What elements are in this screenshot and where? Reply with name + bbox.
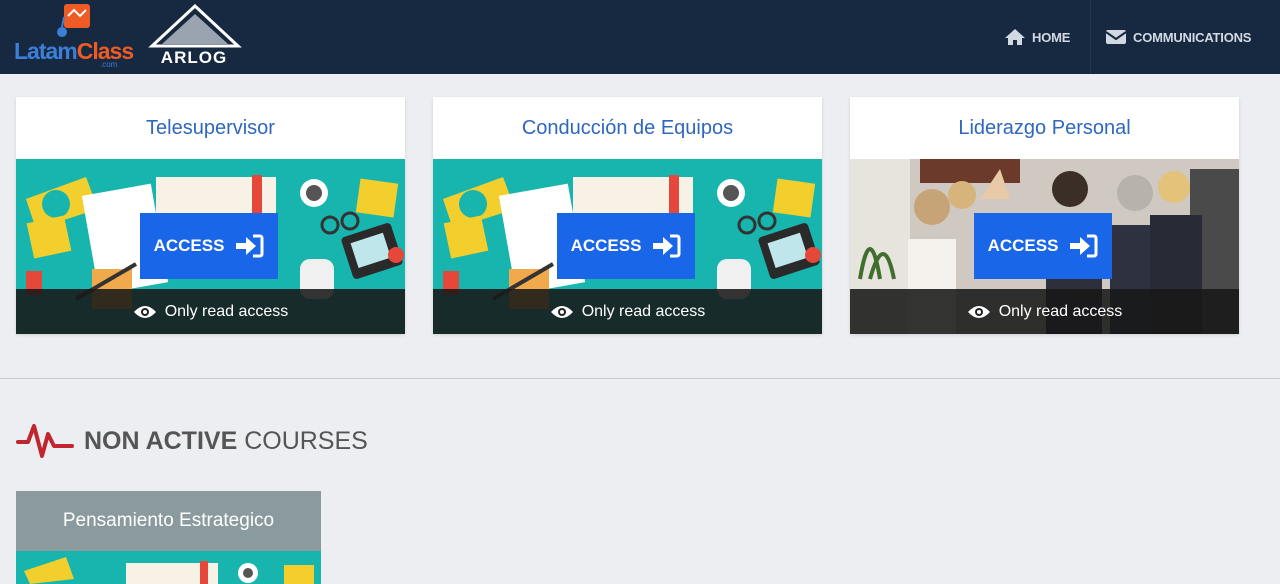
- course-card: Conducción de Equipos ACCESS Only read a…: [433, 97, 822, 334]
- envelope-icon: [1105, 30, 1127, 44]
- course-image: ACCESS Only read access: [850, 159, 1239, 334]
- top-navbar: LatamClass .com ARLOG HOME COMMUNICATION…: [0, 0, 1280, 74]
- arlog-wordmark: ARLOG: [160, 48, 228, 67]
- course-card: Liderazgo Personal ACCESS Only read acce…: [850, 97, 1239, 334]
- nav-communications-label: COMMUNICATIONS: [1133, 29, 1252, 45]
- course-image: ACCESS Only read access: [16, 159, 405, 334]
- read-only-status: Only read access: [850, 289, 1239, 334]
- non-active-course-card[interactable]: Pensamiento Estrategico: [16, 491, 321, 584]
- access-button[interactable]: ACCESS: [140, 213, 278, 279]
- access-button-label: ACCESS: [570, 236, 642, 255]
- nav-communications-link[interactable]: COMMUNICATIONS: [1090, 0, 1280, 74]
- eye-icon: [550, 305, 573, 318]
- course-card: Telesupervisor ACCESS Only read access: [16, 97, 405, 334]
- course-image: ACCESS Only read access: [433, 159, 822, 334]
- eye-icon: [133, 305, 156, 318]
- course-title[interactable]: Liderazgo Personal: [850, 97, 1239, 159]
- latamclass-logo-icon: [57, 4, 90, 37]
- sign-in-icon: [653, 234, 681, 258]
- read-only-label: Only read access: [164, 302, 289, 320]
- arlog-logo[interactable]: ARLOG: [148, 4, 242, 68]
- read-only-status: Only read access: [16, 289, 405, 334]
- course-title: Pensamiento Estrategico: [62, 510, 275, 531]
- access-button[interactable]: ACCESS: [974, 213, 1112, 279]
- read-only-label: Only read access: [581, 302, 706, 320]
- arlog-triangle-icon: [148, 4, 242, 48]
- read-only-status: Only read access: [433, 289, 822, 334]
- latamclass-domain: .com: [100, 60, 118, 69]
- access-button-label: ACCESS: [987, 236, 1059, 255]
- access-button[interactable]: ACCESS: [557, 213, 695, 279]
- non-active-courses-header: NON ACTIVE COURSES: [16, 416, 368, 466]
- course-title[interactable]: Conducción de Equipos: [433, 97, 822, 159]
- section-divider: [0, 378, 1280, 379]
- study-desk-illustration: [16, 551, 321, 584]
- course-image: [16, 551, 321, 584]
- sign-in-icon: [236, 234, 264, 258]
- section-title: NON ACTIVE COURSES: [84, 426, 368, 455]
- access-button-label: ACCESS: [153, 236, 225, 255]
- home-icon: [1005, 29, 1025, 45]
- heartbeat-icon: [16, 424, 74, 458]
- nav-home-label: HOME: [1032, 29, 1071, 45]
- sign-in-icon: [1070, 234, 1098, 258]
- eye-icon: [967, 305, 990, 318]
- nav-home-link[interactable]: HOME: [1004, 0, 1070, 74]
- latamclass-logo[interactable]: LatamClass .com: [14, 2, 134, 72]
- read-only-label: Only read access: [998, 302, 1123, 320]
- course-title[interactable]: Telesupervisor: [16, 97, 405, 159]
